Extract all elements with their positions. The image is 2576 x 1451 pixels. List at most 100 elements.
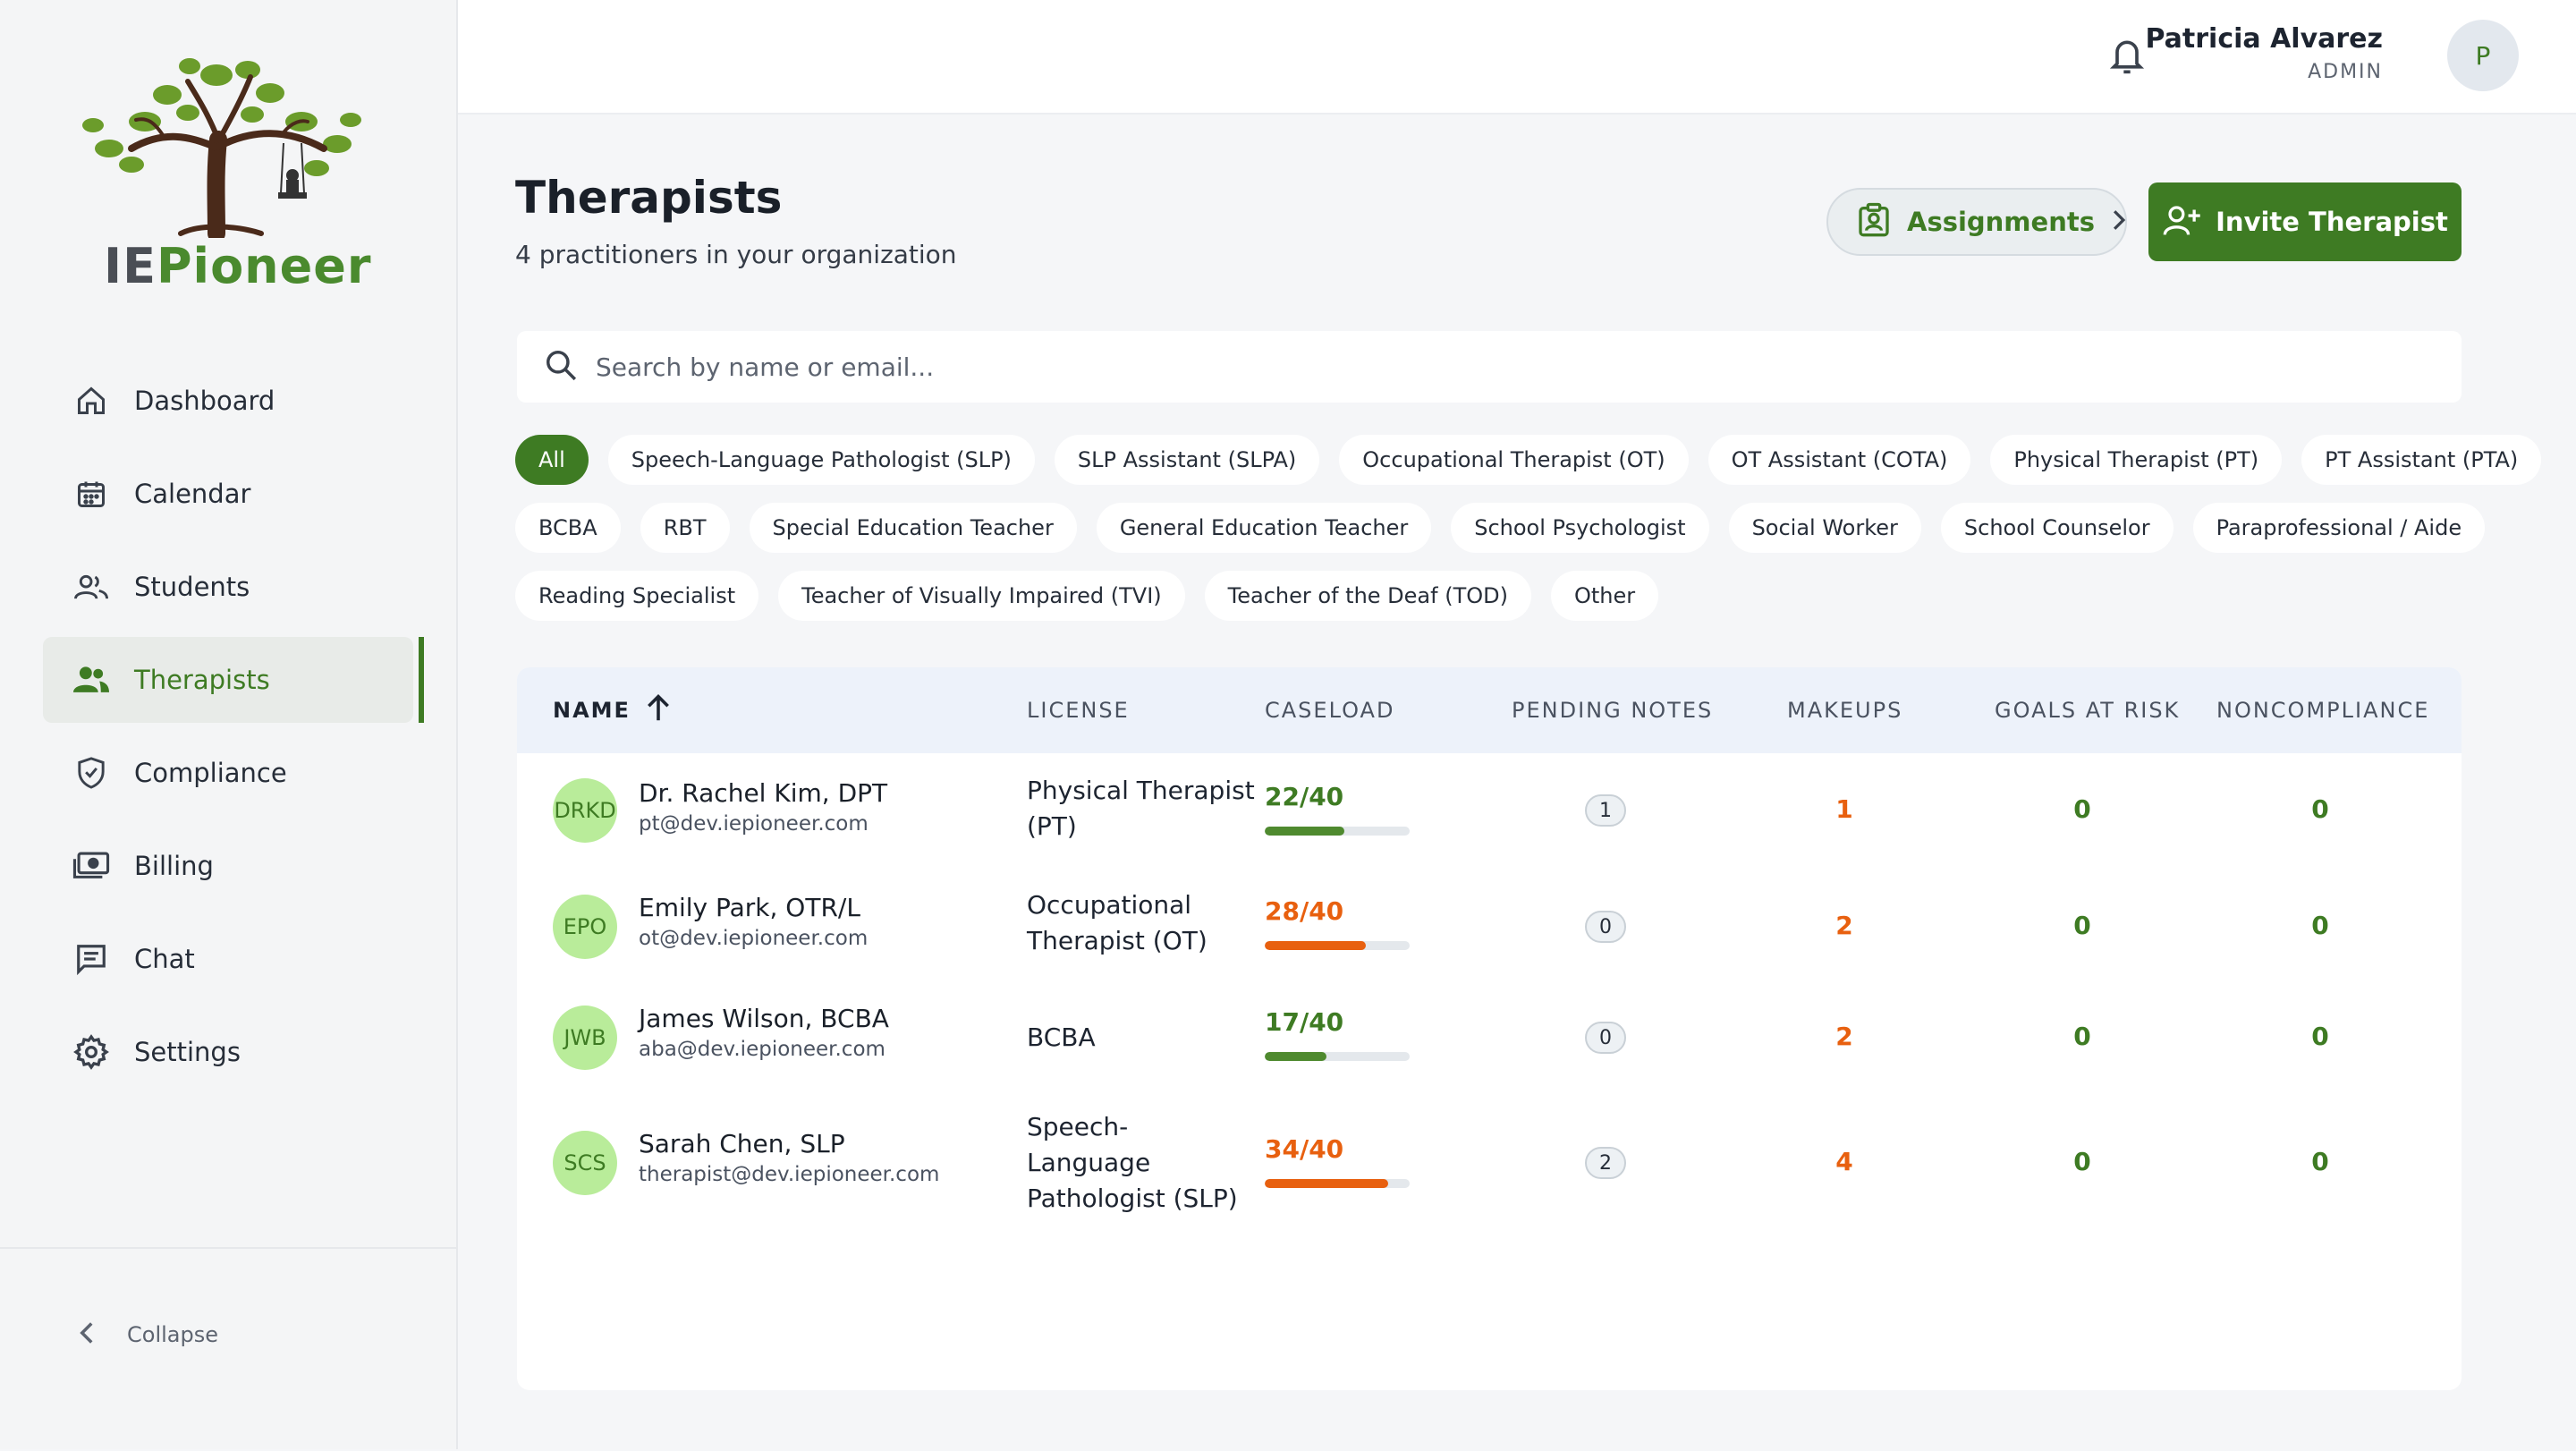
therapist-email: ot@dev.iepioneer.com xyxy=(639,927,869,950)
notification-bell-icon[interactable] xyxy=(2107,34,2147,81)
pending-notes-badge[interactable]: 1 xyxy=(1585,794,1626,827)
filter-chip-all[interactable]: All xyxy=(515,435,589,485)
sidebar-item-billing[interactable]: Billing xyxy=(43,823,413,909)
assignments-button[interactable]: Assignments xyxy=(1826,188,2127,256)
page-subtitle: 4 practitioners in your organization xyxy=(515,240,957,269)
pending-notes-badge[interactable]: 2 xyxy=(1585,1147,1626,1179)
students-icon xyxy=(72,567,111,607)
top-header: Patricia Alvarez ADMIN P xyxy=(458,0,2576,115)
noncompliance-count[interactable]: 0 xyxy=(2293,911,2347,940)
therapist-name[interactable]: Dr. Rachel Kim, DPT xyxy=(639,778,887,808)
sidebar-item-chat[interactable]: Chat xyxy=(43,916,413,1002)
column-header-pending-notes[interactable]: PENDING NOTES xyxy=(1512,667,1713,753)
caseload-bar xyxy=(1265,1179,1410,1188)
makeups-count[interactable]: 1 xyxy=(1818,794,1871,824)
role-filter-chips: All Speech-Language Pathologist (SLP) SLP … xyxy=(515,435,2542,639)
pending-notes-badge[interactable]: 0 xyxy=(1585,911,1626,943)
sidebar-item-compliance[interactable]: Compliance xyxy=(43,730,413,816)
therapist-email: therapist@dev.iepioneer.com xyxy=(639,1163,940,1186)
collapse-label: Collapse xyxy=(127,1322,218,1347)
sidebar-item-therapists[interactable]: Therapists xyxy=(43,637,424,723)
filter-chip-speech-language-pathologist-slp[interactable]: Speech-Language Pathologist (SLP) xyxy=(607,435,1035,485)
column-header-caseload[interactable]: CASELOAD xyxy=(1265,667,1394,753)
search-bar xyxy=(517,331,2462,403)
chip-row: Reading Specialist Teacher of Visually Im… xyxy=(515,571,2483,621)
noncompliance-count[interactable]: 0 xyxy=(2293,794,2347,824)
goals-at-risk-count[interactable]: 0 xyxy=(2055,1147,2109,1176)
user-plus-icon xyxy=(2162,203,2203,241)
home-icon xyxy=(72,381,111,420)
sidebar-item-settings[interactable]: Settings xyxy=(43,1009,413,1095)
user-name: Patricia Alvarez xyxy=(2145,23,2383,55)
sidebar-item-label: Compliance xyxy=(134,758,287,788)
gear-icon xyxy=(72,1032,111,1072)
goals-at-risk-count[interactable]: 0 xyxy=(2055,794,2109,824)
therapist-license: Physical Therapist (PT) xyxy=(1027,776,1255,841)
therapist-name[interactable]: James Wilson, BCBA xyxy=(639,1004,889,1033)
column-header-name[interactable]: NAME xyxy=(553,667,672,753)
caseload-bar-fill xyxy=(1265,1052,1326,1061)
filter-chip-slp-assistant-slpa[interactable]: SLP Assistant (SLPA) xyxy=(1054,435,1320,485)
pending-notes-badge[interactable]: 0 xyxy=(1585,1022,1626,1054)
noncompliance-count[interactable]: 0 xyxy=(2293,1022,2347,1051)
filter-chip-teacher-of-visually-impaired-tvi[interactable]: Teacher of Visually Impaired (TVI) xyxy=(778,571,1185,621)
noncompliance-count[interactable]: 0 xyxy=(2293,1147,2347,1176)
collapse-button[interactable]: Collapse xyxy=(77,1320,218,1349)
makeups-count[interactable]: 2 xyxy=(1818,911,1871,940)
therapist-email: pt@dev.iepioneer.com xyxy=(639,812,869,836)
table-row[interactable]: DRKD Dr. Rachel Kim, DPT pt@dev.iepionee… xyxy=(517,753,2462,868)
goals-at-risk-count[interactable]: 0 xyxy=(2055,911,2109,940)
filter-chip-ot-assistant-cota[interactable]: OT Assistant (COTA) xyxy=(1707,435,1971,485)
caseload-bar xyxy=(1265,1052,1410,1061)
filter-chip-paraprofessional-aide[interactable]: Paraprofessional / Aide xyxy=(2192,503,2486,553)
makeups-count[interactable]: 2 xyxy=(1818,1022,1871,1051)
therapist-name[interactable]: Sarah Chen, SLP xyxy=(639,1129,845,1158)
column-header-goals-at-risk[interactable]: GOALS AT RISK xyxy=(1995,667,2180,753)
therapist-avatar: EPO xyxy=(553,895,617,959)
sort-ascending-icon xyxy=(645,693,672,727)
filter-chip-bcba[interactable]: BCBA xyxy=(515,503,621,553)
table-row[interactable]: SCS Sarah Chen, SLP therapist@dev.iepion… xyxy=(517,1090,2462,1242)
filter-chip-occupational-therapist-ot[interactable]: Occupational Therapist (OT) xyxy=(1339,435,1689,485)
filter-chip-teacher-of-the-deaf-tod[interactable]: Teacher of the Deaf (TOD) xyxy=(1204,571,1531,621)
chat-icon xyxy=(72,939,111,979)
column-header-license[interactable]: LICENSE xyxy=(1027,667,1130,753)
filter-chip-physical-therapist-pt[interactable]: Physical Therapist (PT) xyxy=(1990,435,2283,485)
invite-therapist-button[interactable]: Invite Therapist xyxy=(2148,182,2462,261)
sidebar-item-dashboard[interactable]: Dashboard xyxy=(43,358,413,444)
filter-chip-school-counselor[interactable]: School Counselor xyxy=(1940,503,2174,553)
filter-chip-general-education-teacher[interactable]: General Education Teacher xyxy=(1096,503,1432,553)
brand-logo[interactable]: IEPioneer xyxy=(72,50,376,301)
table-row[interactable]: EPO Emily Park, OTR/L ot@dev.iepioneer.c… xyxy=(517,868,2462,982)
therapist-name[interactable]: Emily Park, OTR/L xyxy=(639,893,860,922)
filter-chip-pt-assistant-pta[interactable]: PT Assistant (PTA) xyxy=(2301,435,2542,485)
user-avatar[interactable]: P xyxy=(2447,20,2519,91)
filter-chip-rbt[interactable]: RBT xyxy=(640,503,730,553)
sidebar-item-label: Chat xyxy=(134,944,195,974)
sidebar-item-label: Settings xyxy=(134,1037,241,1067)
search-input[interactable] xyxy=(594,351,2297,383)
invite-therapist-label: Invite Therapist xyxy=(2216,207,2448,237)
column-header-label: NAME xyxy=(553,698,631,723)
assignments-label: Assignments xyxy=(1907,207,2095,237)
user-role: ADMIN xyxy=(2308,61,2383,83)
sidebar-item-calendar[interactable]: Calendar xyxy=(43,451,413,537)
makeups-count[interactable]: 4 xyxy=(1818,1147,1871,1176)
filter-chip-other[interactable]: Other xyxy=(1550,571,1659,621)
filter-chip-school-psychologist[interactable]: School Psychologist xyxy=(1451,503,1709,553)
calendar-icon xyxy=(72,474,111,513)
sidebar-item-label: Dashboard xyxy=(134,386,275,416)
column-header-makeups[interactable]: MAKEUPS xyxy=(1787,667,1902,753)
filter-chip-special-education-teacher[interactable]: Special Education Teacher xyxy=(749,503,1077,553)
sidebar-item-label: Students xyxy=(134,572,250,602)
table-row[interactable]: JWB James Wilson, BCBA aba@dev.iepioneer… xyxy=(517,982,2462,1090)
filter-chip-reading-specialist[interactable]: Reading Specialist xyxy=(515,571,759,621)
filter-chip-social-worker[interactable]: Social Worker xyxy=(1728,503,1921,553)
sidebar-item-students[interactable]: Students xyxy=(43,544,413,630)
caseload-bar xyxy=(1265,827,1410,836)
goals-at-risk-count[interactable]: 0 xyxy=(2055,1022,2109,1051)
chip-row: All Speech-Language Pathologist (SLP) SLP … xyxy=(515,435,2542,485)
column-header-noncompliance[interactable]: NONCOMPLIANCE xyxy=(2216,667,2429,753)
billing-icon xyxy=(72,846,111,886)
caseload-value: 34/40 xyxy=(1265,1134,1344,1164)
